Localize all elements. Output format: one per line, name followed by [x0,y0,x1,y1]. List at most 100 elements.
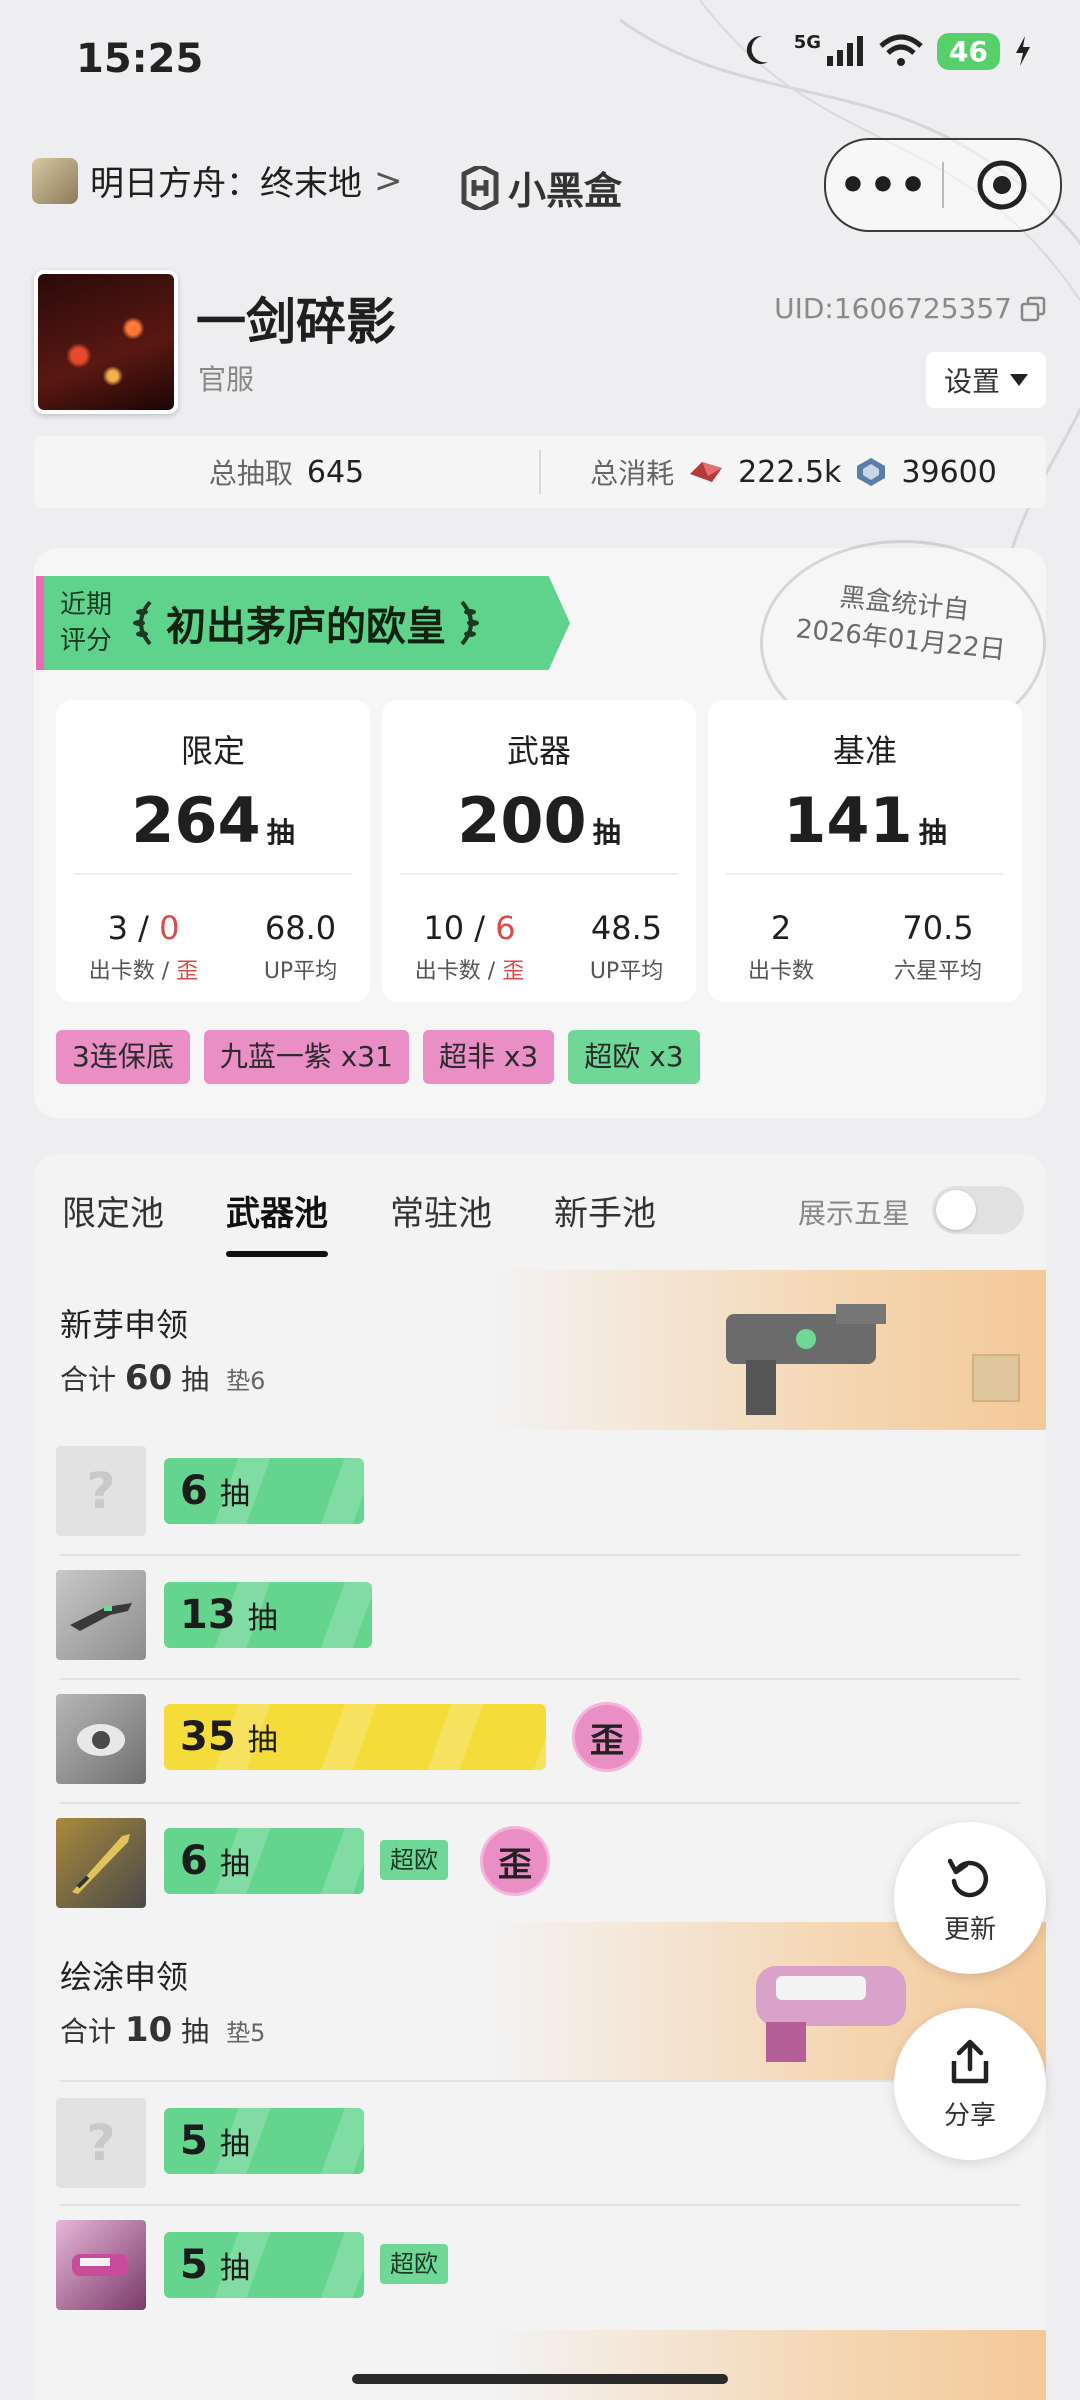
user-avatar[interactable] [34,270,178,414]
stat-pulls: 200 抽 [382,784,696,857]
row-divider [60,1554,1020,1556]
tag-item[interactable]: 超非 x3 [422,1030,555,1084]
rating-ribbon: 近期 评分 初出茅庐的欧皇 [36,576,570,670]
server-name: 官服 [198,363,255,396]
tag-item[interactable]: 九蓝一紫 x31 [203,1030,409,1084]
stat-count-label: 出卡数 [414,959,481,984]
unknown-item-icon: ? [56,1446,146,1536]
brand-logo: 小黑盒 [460,160,622,215]
pool-total-value: 10 [124,2010,173,2050]
heybox-logo-icon [461,165,499,210]
sword-icon [72,1834,130,1894]
pool-title: 新芽申领 [60,1306,189,1344]
pull-bar: 35 抽 [164,1704,546,1770]
pool-weapon-thumb [972,1354,1020,1402]
pool-total-unit: 抽 [181,1363,210,1396]
pool-pity: 垫5 [226,2019,266,2047]
pull-bar: 5抽 [164,2232,364,2298]
pool-header [34,1922,1046,2082]
tab-limited[interactable]: 限定池 [62,1186,164,1257]
weapon-pink-gun-icon [56,2220,146,2310]
pull-unit: 抽 [219,1477,250,1512]
wifi-icon [879,34,923,66]
origeometry-icon [690,462,723,482]
pool-tabs: 限定池 武器池 常驻池 新手池 [62,1186,656,1257]
row-divider [60,1802,1020,1804]
refresh-icon [947,1858,989,1897]
pull-unit: 抽 [247,1601,278,1636]
pool-total-prefix: 合计 [60,1363,117,1396]
game-name: 明日方舟：终末地 [90,164,362,204]
stat-avg: 70.5 [902,909,974,947]
tab-beginner[interactable]: 新手池 [554,1186,656,1257]
stat-avg: 48.5 [590,909,663,947]
stat-pulls: 141 抽 [708,784,1022,857]
status-time: 15:25 [76,36,204,82]
refresh-button[interactable]: 更新 [894,1822,1046,1974]
share-button[interactable]: 分享 [894,2008,1046,2160]
pool-header-next [34,2330,1046,2400]
off-banner-badge: 歪 [572,1702,642,1772]
total-pulls-value: 645 [306,454,365,490]
stat-off-count: 6 [495,909,516,947]
stat-title: 限定 [180,732,245,770]
close-miniapp-button[interactable] [944,159,1060,211]
game-avatar-icon [32,157,78,204]
pool-total: 合计 10 抽 垫5 [60,2010,265,2050]
stat-title: 基准 [832,732,897,770]
pool-title: 绘涂申领 [60,1958,189,1996]
pull-count: 5 [180,2242,208,2288]
rating-label-line2: 评分 [60,626,113,656]
show-five-star-toggle[interactable] [932,1186,1024,1234]
super-lucky-tag: 超欧 [380,2244,448,2284]
row-divider [60,2080,1020,2082]
stat-title: 武器 [506,732,571,770]
ribbon-accent [36,576,44,670]
brand-name: 小黑盒 [508,169,623,213]
pool-total: 合计 60 抽 垫6 [60,1358,265,1398]
uid-copy[interactable]: UID:1606725357 [774,292,1046,325]
rifle-icon [70,1603,132,1631]
more-button[interactable]: ••• [826,160,942,211]
pool-total-value: 60 [124,1358,173,1398]
row-divider [60,2204,1020,2206]
tab-weapon[interactable]: 武器池 [226,1186,328,1257]
stat-count-label: 出卡数 [88,959,155,984]
settings-dropdown[interactable]: 设置 [925,352,1046,408]
game-selector[interactable]: 明日方舟：终末地 > [32,156,403,205]
home-indicator[interactable] [352,2374,728,2384]
tag-item[interactable]: 超欧 x3 [568,1030,700,1084]
tag-item[interactable]: 3连保底 [56,1030,190,1084]
pull-unit: 抽 [219,2251,250,2286]
miniapp-capsule: ••• [824,138,1062,232]
stat-count: 3 [107,909,128,947]
currency1-value: 222.5k [738,454,842,490]
weapon-gauntlet-icon [56,1694,146,1784]
stat-box-weapon: 武器 200 抽 10 / 6 出卡数 / 歪 48.5 UP平均 [382,700,696,1002]
share-icon [951,2039,989,2083]
network-label: 5G [793,32,822,53]
summary-bar: 总抽取 645 总消耗 222.5k 39600 [34,436,1046,508]
stat-box-limited: 限定 264 抽 3 / 0 出卡数 / 歪 68.0 UP平均 [56,700,370,1002]
weapon-sword-icon [56,1818,146,1908]
rating-label: 近期 评分 [44,587,130,659]
signal-icon [827,36,864,66]
off-banner-badge: 歪 [480,1826,550,1896]
refresh-label: 更新 [943,1914,996,1945]
share-label: 分享 [943,2100,996,2131]
weapon-gun-icon [56,1570,146,1660]
stat-avg: 68.0 [264,909,337,947]
total-pulls-label: 总抽取 [208,457,293,490]
tab-standard[interactable]: 常驻池 [390,1186,492,1257]
stat-count: 2 [770,909,792,947]
settings-label: 设置 [943,365,1000,398]
pool-total-prefix: 合计 [60,2015,117,2048]
target-icon [977,160,1027,210]
stat-stamp: 黑盒统计自 2026年01月22日 [749,551,1052,721]
pull-count: 5 [180,2118,208,2164]
spend-label: 总消耗 [590,457,675,490]
stat-off-label: 歪 [502,959,525,984]
user-name: 一剑碎影 [196,293,396,351]
pool-pity: 垫6 [226,1367,266,1395]
stat-count: 10 [423,909,465,947]
